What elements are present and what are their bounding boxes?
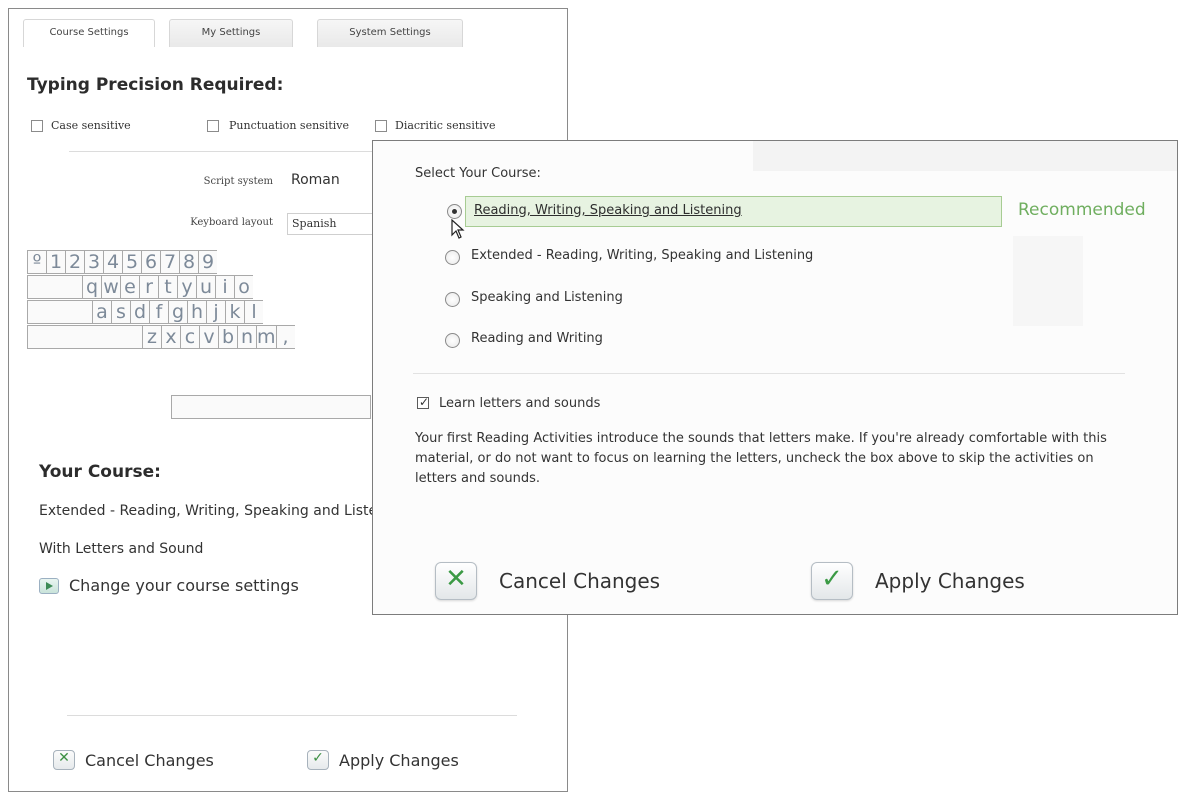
keyboard-row-home: asdfghjkl: [27, 300, 263, 324]
mouse-cursor-icon: [451, 219, 465, 239]
dialog-divider: [413, 373, 1125, 374]
course-option-speaking-listening-label[interactable]: Speaking and Listening: [471, 290, 623, 305]
dialog-apply-changes-button[interactable]: ✓ Apply Changes: [811, 559, 1025, 603]
keyboard-key[interactable]: g: [168, 300, 187, 324]
keyboard-key[interactable]: 8: [179, 250, 198, 274]
keyboard-key[interactable]: t: [158, 275, 177, 299]
select-course-dialog: Select Your Course: Reading, Writing, Sp…: [372, 140, 1178, 615]
diacritic-sensitive-checkbox[interactable]: [375, 120, 387, 132]
keyboard-key[interactable]: f: [149, 300, 168, 324]
keyboard-key[interactable]: 1: [46, 250, 65, 274]
keyboard-key[interactable]: 9: [198, 250, 217, 274]
keyboard-key[interactable]: l: [244, 300, 263, 324]
keyboard-key[interactable]: 6: [141, 250, 160, 274]
your-course-title: Your Course:: [39, 462, 161, 482]
keyboard-key[interactable]: º: [27, 250, 46, 274]
keyboard-key[interactable]: ,: [275, 325, 295, 349]
current-course-text: Extended - Reading, Writing, Speaking an…: [39, 503, 408, 519]
tab-my-settings[interactable]: My Settings: [169, 19, 293, 47]
case-sensitive-label: Case sensitive: [51, 119, 131, 132]
course-option-extended-label[interactable]: Extended - Reading, Writing, Speaking an…: [471, 248, 813, 263]
cancel-changes-button[interactable]: ✕ Cancel Changes: [53, 745, 214, 775]
keyboard-key[interactable]: 5: [122, 250, 141, 274]
keyboard-key[interactable]: u: [196, 275, 215, 299]
change-course-settings-link[interactable]: Change your course settings: [69, 576, 299, 595]
apply-changes-button[interactable]: ✓ Apply Changes: [307, 745, 459, 775]
course-description-text: Your first Reading Activities introduce …: [415, 431, 1107, 486]
keyboard-key[interactable]: b: [218, 325, 237, 349]
select-course-heading: Select Your Course:: [415, 166, 541, 181]
tab-system-settings[interactable]: System Settings: [317, 19, 463, 47]
keyboard-key[interactable]: 3: [84, 250, 103, 274]
keyboard-key[interactable]: c: [180, 325, 199, 349]
apply-changes-label: Apply Changes: [339, 750, 459, 770]
keyboard-key[interactable]: k: [225, 300, 244, 324]
tab-course-settings[interactable]: Course Settings: [23, 19, 155, 47]
selected-course-row[interactable]: Reading, Writing, Speaking and Listening: [465, 196, 1002, 227]
case-sensitive-checkbox[interactable]: [31, 120, 43, 132]
space-key[interactable]: [171, 395, 371, 419]
keyboard-key[interactable]: i: [215, 275, 234, 299]
keyboard-key[interactable]: z: [142, 325, 161, 349]
keyboard-key[interactable]: 7: [160, 250, 179, 274]
keyboard-key[interactable]: n: [237, 325, 256, 349]
apply-check-icon: ✓: [811, 562, 853, 600]
course-radio-extended[interactable]: [445, 250, 460, 265]
keyboard-modifier-key[interactable]: [27, 275, 82, 299]
keyboard-key[interactable]: 2: [65, 250, 84, 274]
dialog-cancel-changes-button[interactable]: ✕ Cancel Changes: [435, 559, 660, 603]
background-ghost: [753, 141, 1177, 171]
keyboard-key[interactable]: 4: [103, 250, 122, 274]
script-system-label: Script system: [203, 176, 273, 187]
keyboard-row-bottom: zxcvbnm,: [27, 325, 295, 349]
keyboard-key[interactable]: a: [92, 300, 111, 324]
cancel-x-icon: ✕: [435, 562, 477, 600]
keyboard-key[interactable]: s: [111, 300, 130, 324]
keyboard-key[interactable]: d: [130, 300, 149, 324]
keyboard-key[interactable]: q: [82, 275, 101, 299]
punctuation-sensitive-label: Punctuation sensitive: [229, 119, 350, 132]
apply-check-icon: ✓: [307, 750, 329, 770]
dialog-apply-changes-label: Apply Changes: [875, 569, 1025, 593]
keyboard-key[interactable]: m: [256, 325, 276, 349]
keyboard-key[interactable]: w: [101, 275, 120, 299]
learn-letters-checkbox[interactable]: ✓: [417, 395, 429, 409]
keyboard-key[interactable]: e: [120, 275, 139, 299]
dialog-cancel-changes-label: Cancel Changes: [499, 569, 661, 593]
bottom-divider: [67, 715, 517, 716]
course-option-reading-writing-label[interactable]: Reading and Writing: [471, 331, 603, 346]
keyboard-key[interactable]: x: [161, 325, 180, 349]
background-ghost: [1013, 236, 1083, 326]
learn-letters-label[interactable]: Learn letters and sounds: [439, 396, 600, 411]
course-option-rwsl-label: Reading, Writing, Speaking and Listening: [474, 203, 742, 218]
keyboard-key[interactable]: h: [187, 300, 206, 324]
script-system-value: Roman: [291, 172, 340, 188]
play-icon[interactable]: [39, 578, 59, 594]
course-radio-speaking-listening[interactable]: [445, 292, 460, 307]
course-radio-reading-writing[interactable]: [445, 333, 460, 348]
keyboard-modifier-key[interactable]: [27, 300, 92, 324]
typing-precision-title: Typing Precision Required:: [27, 75, 284, 95]
cancel-changes-label: Cancel Changes: [85, 750, 214, 770]
keyboard-key[interactable]: o: [234, 275, 253, 299]
keyboard-key[interactable]: j: [206, 300, 225, 324]
keyboard-key[interactable]: y: [177, 275, 196, 299]
punctuation-sensitive-checkbox[interactable]: [207, 120, 219, 132]
keyboard-layout-label: Keyboard layout: [190, 217, 273, 228]
keyboard-key[interactable]: r: [139, 275, 158, 299]
recommended-badge: Recommended: [1018, 200, 1146, 220]
keyboard-row-top: qwertyuio: [27, 275, 253, 299]
settings-tabs: Course Settings My Settings System Setti…: [23, 19, 463, 47]
cancel-x-icon: ✕: [53, 750, 75, 770]
keyboard-modifier-key[interactable]: [27, 325, 142, 349]
diacritic-sensitive-label: Diacritic sensitive: [395, 119, 496, 132]
keyboard-row-numbers: º123456789: [27, 250, 217, 274]
course-radio-rwsl[interactable]: [447, 204, 462, 219]
letters-and-sound-text: With Letters and Sound: [39, 541, 204, 557]
keyboard-key[interactable]: v: [199, 325, 218, 349]
